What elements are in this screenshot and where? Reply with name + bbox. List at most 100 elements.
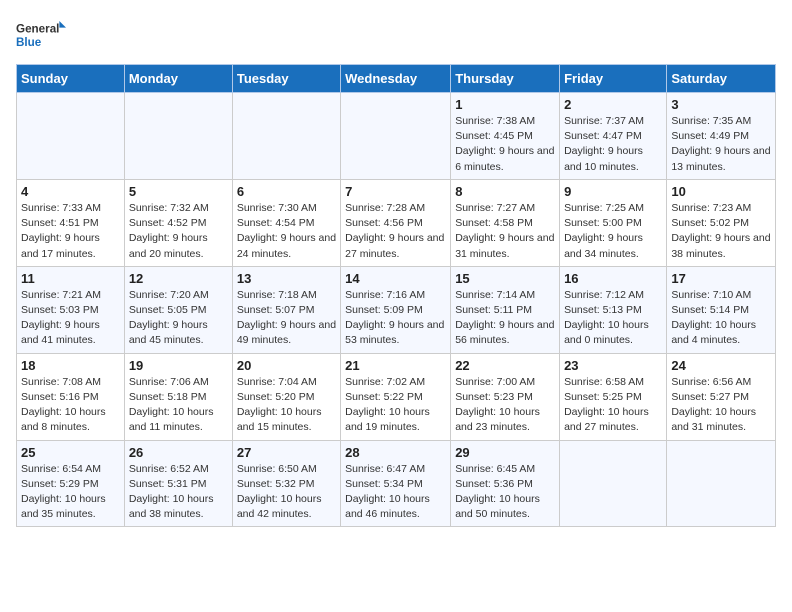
cell-text: Sunrise: 7:28 AM [345,201,446,216]
cell-text: Daylight: 10 hours and 27 minutes. [564,405,662,435]
col-header-tuesday: Tuesday [232,65,340,93]
day-number: 14 [345,271,446,286]
col-header-wednesday: Wednesday [341,65,451,93]
cell-text: Sunrise: 7:25 AM [564,201,662,216]
calendar-cell [341,93,451,180]
cell-text: Sunrise: 7:38 AM [455,114,555,129]
cell-text: Sunset: 5:02 PM [671,216,771,231]
svg-text:Blue: Blue [16,36,42,49]
calendar-cell: 28Sunrise: 6:47 AMSunset: 5:34 PMDayligh… [341,440,451,527]
cell-text: Sunset: 5:13 PM [564,303,662,318]
cell-text: Sunset: 5:23 PM [455,390,555,405]
cell-text: Sunrise: 7:23 AM [671,201,771,216]
cell-text: Sunset: 5:25 PM [564,390,662,405]
calendar-cell: 8Sunrise: 7:27 AMSunset: 4:58 PMDaylight… [451,179,560,266]
day-number: 27 [237,445,336,460]
calendar-cell: 25 Sunrise: 6:54 AMSunset: 5:29 PMDayligh… [17,440,125,527]
day-number: 10 [671,184,771,199]
calendar-cell: 5Sunrise: 7:32 AMSunset: 4:52 PMDaylight… [124,179,232,266]
cell-text: Sunset: 4:54 PM [237,216,336,231]
cell-text: Sunset: 4:45 PM [455,129,555,144]
calendar-cell: 26Sunrise: 6:52 AMSunset: 5:31 PMDayligh… [124,440,232,527]
cell-text: Daylight: 10 hours and 35 minutes. [21,492,120,522]
calendar-cell: 3Sunrise: 7:35 AMSunset: 4:49 PMDaylight… [667,93,776,180]
day-number: 25 [21,445,120,460]
day-number: 11 [21,271,120,286]
day-number: 19 [129,358,228,373]
cell-text: Sunrise: 7:37 AM [564,114,662,129]
cell-text: Daylight: 9 hours and 13 minutes. [671,144,771,174]
cell-text: Daylight: 9 hours and 53 minutes. [345,318,446,348]
day-number: 1 [455,97,555,112]
day-number: 23 [564,358,662,373]
logo: General Blue [16,16,66,56]
cell-text: Sunset: 5:20 PM [237,390,336,405]
cell-text: Sunset: 4:58 PM [455,216,555,231]
cell-text: Sunrise: 6:52 AM [129,462,228,477]
calendar-cell: 27Sunrise: 6:50 AMSunset: 5:32 PMDayligh… [232,440,340,527]
cell-text: Sunset: 5:34 PM [345,477,446,492]
calendar-cell: 11Sunrise: 7:21 AMSunset: 5:03 PMDayligh… [17,266,125,353]
calendar-header: SundayMondayTuesdayWednesdayThursdayFrid… [17,65,776,93]
cell-text: Sunset: 5:14 PM [671,303,771,318]
calendar-cell: 15Sunrise: 7:14 AMSunset: 5:11 PMDayligh… [451,266,560,353]
day-number: 26 [129,445,228,460]
calendar-cell: 22Sunrise: 7:00 AMSunset: 5:23 PMDayligh… [451,353,560,440]
week-row-4: 18Sunrise: 7:08 AMSunset: 5:16 PMDayligh… [17,353,776,440]
cell-text: Daylight: 10 hours and 38 minutes. [129,492,228,522]
cell-text: Sunrise: 6:54 AM [21,462,120,477]
calendar-cell: 7Sunrise: 7:28 AMSunset: 4:56 PMDaylight… [341,179,451,266]
cell-text: Sunrise: 7:06 AM [129,375,228,390]
calendar-cell [560,440,667,527]
week-row-3: 11 Sunrise: 7:21 AMSunset: 5:03 PM Dayligh… [17,266,776,353]
day-number: 6 [237,184,336,199]
header: General Blue [16,16,776,56]
cell-text: Daylight: 9 hours and 49 minutes. [237,318,336,348]
cell-text: Sunset: 5:29 PM [21,477,120,492]
calendar-cell: 24Sunrise: 6:56 AMSunset: 5:27 PMDayligh… [667,353,776,440]
cell-text: Sunrise: 7:21 AM [21,288,120,303]
cell-text: Sunset: 4:52 PM [129,216,228,231]
cell-text: Sunset: 5:11 PM [455,303,555,318]
cell-text: Daylight: 10 hours and 8 minutes. [21,405,120,435]
cell-text: Sunrise: 7:33 AM [21,201,120,216]
calendar-table: SundayMondayTuesdayWednesdayThursdayFrid… [16,64,776,527]
cell-text: Daylight: 10 hours and 23 minutes. [455,405,555,435]
day-number: 8 [455,184,555,199]
cell-text: Daylight: 9 hours and 6 minutes. [455,144,555,174]
cell-text: Sunrise: 7:14 AM [455,288,555,303]
cell-text: Sunrise: 6:56 AM [671,375,771,390]
day-number: 4 [21,184,120,199]
cell-text: Sunrise: 7:27 AM [455,201,555,216]
col-header-sunday: Sunday [17,65,125,93]
cell-text: Sunset: 5:32 PM [237,477,336,492]
cell-text: Daylight: 9 hours and 10 minutes. [564,144,662,174]
col-header-monday: Monday [124,65,232,93]
cell-text: Daylight: 9 hours and 20 minutes. [129,231,228,261]
cell-text: Daylight: 9 hours and 34 minutes. [564,231,662,261]
cell-text: Sunrise: 7:32 AM [129,201,228,216]
day-number: 3 [671,97,771,112]
cell-text: Sunrise: 6:50 AM [237,462,336,477]
week-row-2: 4Sunrise: 7:33 AMSunset: 4:51 PMDaylight… [17,179,776,266]
day-number: 29 [455,445,555,460]
cell-text: Daylight: 9 hours and 24 minutes. [237,231,336,261]
day-number: 24 [671,358,771,373]
calendar-cell: 6 Sunrise: 7:30 AMSunset: 4:54 PMDaylight… [232,179,340,266]
cell-text: Sunrise: 7:30 AM [237,201,336,216]
day-number: 22 [455,358,555,373]
cell-text: Daylight: 9 hours and 38 minutes. [671,231,771,261]
cell-text: Sunset: 4:56 PM [345,216,446,231]
col-header-saturday: Saturday [667,65,776,93]
cell-text: Sunset: 5:03 PM [21,303,120,318]
cell-text: Sunrise: 7:12 AM [564,288,662,303]
calendar-cell: 21Sunrise: 7:02 AMSunset: 5:22 PMDayligh… [341,353,451,440]
cell-text: Sunrise: 6:47 AM [345,462,446,477]
cell-text: Sunset: 5:36 PM [455,477,555,492]
logo-svg: General Blue [16,16,66,56]
cell-text: Daylight: 9 hours and 17 minutes. [21,231,120,261]
cell-text: Sunrise: 7:20 AM [129,288,228,303]
calendar-cell: 20Sunrise: 7:04 AMSunset: 5:20 PMDayligh… [232,353,340,440]
cell-text: Daylight: 10 hours and 50 minutes. [455,492,555,522]
cell-text: Daylight: 9 hours and 27 minutes. [345,231,446,261]
